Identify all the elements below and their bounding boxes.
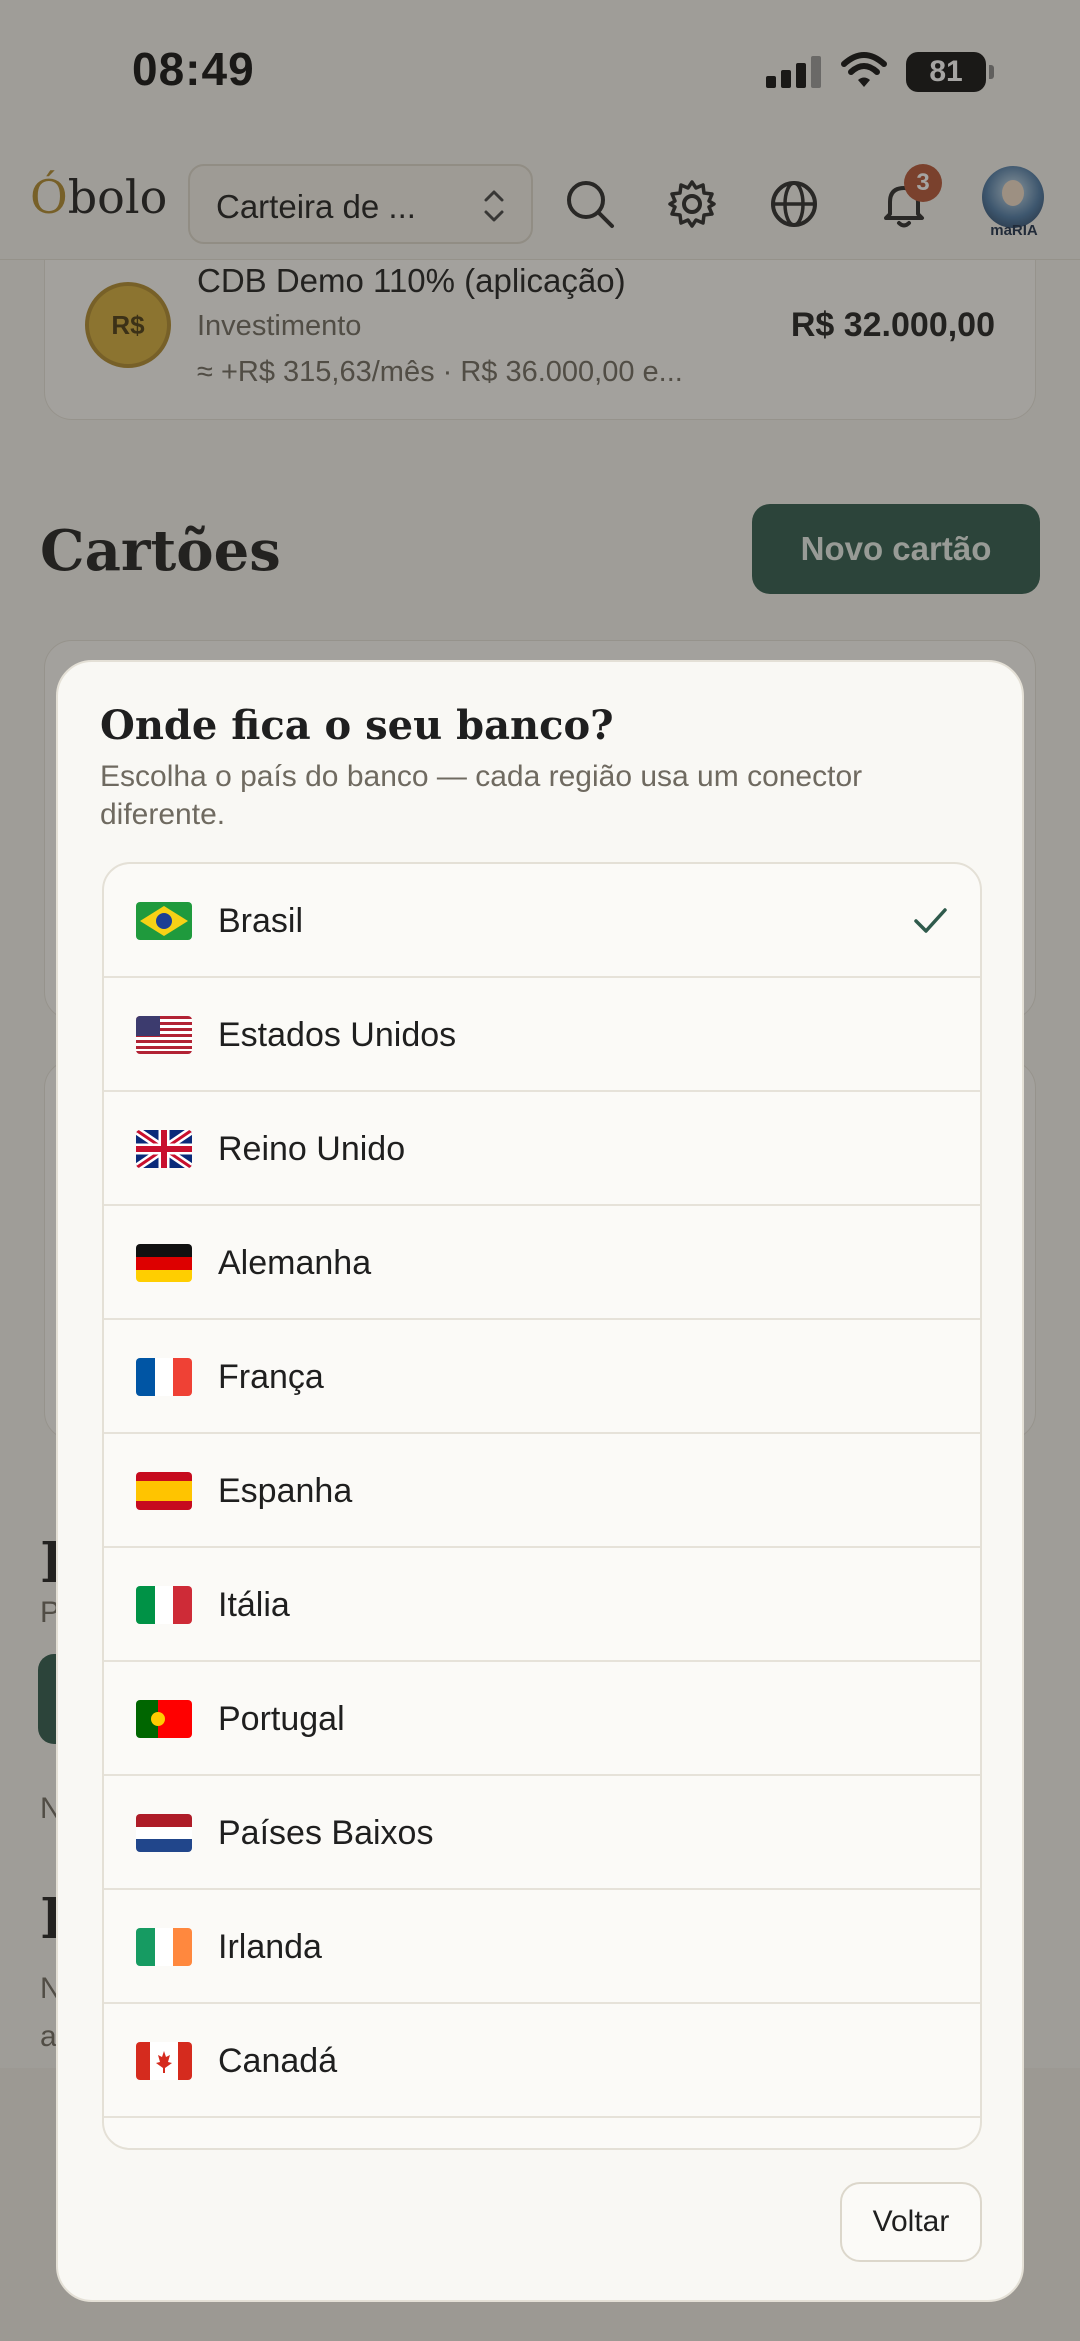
country-option-alemanha[interactable]: Alemanha bbox=[104, 1206, 980, 1320]
country-name: Países Baixos bbox=[218, 1814, 434, 1852]
modal-subtitle: Escolha o país do banco — cada região us… bbox=[100, 760, 863, 831]
country-list[interactable]: Brasil Estados Unidos Reino Unido Aleman… bbox=[102, 862, 982, 2150]
brazil-flag bbox=[136, 902, 192, 940]
country-name: Alemanha bbox=[218, 1244, 372, 1282]
country-name: Estados Unidos bbox=[218, 1016, 457, 1054]
country-option-estados-unidos[interactable]: Estados Unidos bbox=[104, 978, 980, 1092]
france-flag bbox=[136, 1358, 192, 1396]
country-option-paises-baixos[interactable]: Países Baixos bbox=[104, 1776, 980, 1890]
country-name: Espanha bbox=[218, 1472, 353, 1510]
country-option-reino-unido[interactable]: Reino Unido bbox=[104, 1092, 980, 1206]
usa-flag bbox=[136, 1016, 192, 1054]
portugal-flag bbox=[136, 1700, 192, 1738]
country-name: Brasil bbox=[218, 902, 304, 940]
country-picker-modal: Onde fica o seu banco? Escolha o país do… bbox=[56, 660, 1024, 2302]
country-option-portugal[interactable]: Portugal bbox=[104, 1662, 980, 1776]
check-icon bbox=[914, 908, 947, 933]
country-name: Reino Unido bbox=[218, 1130, 406, 1168]
country-option-espanha[interactable]: Espanha bbox=[104, 1434, 980, 1548]
country-option-irlanda[interactable]: Irlanda bbox=[104, 1890, 980, 2004]
spain-flag bbox=[136, 1472, 192, 1510]
country-option-brasil[interactable]: Brasil bbox=[104, 864, 980, 978]
country-option-canada[interactable]: Canadá bbox=[104, 2004, 980, 2118]
country-name: Canadá bbox=[218, 2042, 338, 2080]
country-name: Irlanda bbox=[218, 1928, 322, 1966]
italy-flag bbox=[136, 1586, 192, 1624]
country-option-franca[interactable]: França bbox=[104, 1320, 980, 1434]
country-name: Portugal bbox=[218, 1700, 345, 1738]
country-name: Itália bbox=[218, 1586, 290, 1624]
netherlands-flag bbox=[136, 1814, 192, 1852]
modal-title: Onde fica o seu banco? bbox=[100, 702, 614, 749]
back-button[interactable]: Voltar bbox=[840, 2182, 982, 2262]
canada-flag bbox=[136, 2042, 192, 2080]
country-option-italia[interactable]: Itália bbox=[104, 1548, 980, 1662]
ireland-flag bbox=[136, 1928, 192, 1966]
uk-flag bbox=[136, 1130, 192, 1168]
germany-flag bbox=[136, 1244, 192, 1282]
country-name: França bbox=[218, 1358, 324, 1396]
